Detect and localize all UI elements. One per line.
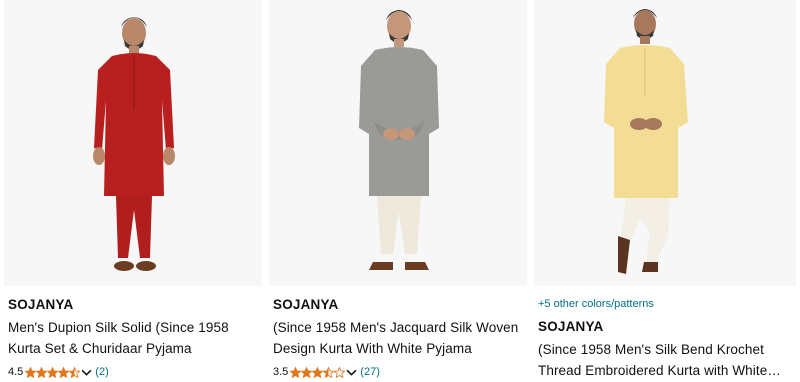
product-card[interactable]: SOJANYA Men's Dupion Silk Solid (Since 1… <box>4 0 262 382</box>
product-title-link[interactable]: Men's Dupion Silk Solid (Since 1958 Kurt… <box>8 317 258 359</box>
star-full-icon <box>312 366 324 378</box>
product-grid: SOJANYA Men's Dupion Silk Solid (Since 1… <box>0 0 800 382</box>
product-image[interactable] <box>534 0 796 286</box>
star-full-icon <box>25 366 37 378</box>
product-title-line: Kurta Set & Churidaar Pyjama <box>8 341 192 356</box>
more-colors-link[interactable]: +5 other colors/patterns <box>538 296 792 312</box>
rating-value: 4.5 <box>8 366 24 378</box>
star-empty-icon <box>334 366 346 378</box>
product-title-line: Thread Embroidered Kurta with White… <box>538 363 781 378</box>
rating-row: 3.5 (27) <box>273 364 523 380</box>
star-half-icon <box>323 366 335 378</box>
product-title-link[interactable]: (Since 1958 Men's Jacquard Silk Woven De… <box>273 317 523 359</box>
star-rating[interactable] <box>290 366 346 378</box>
product-title-line: Design Kurta With White Pyjama <box>273 341 472 356</box>
product-card[interactable]: +5 other colors/patterns SOJANYA (Since … <box>534 0 796 382</box>
chevron-down-icon[interactable] <box>81 367 92 378</box>
review-count-link[interactable]: (2) <box>95 366 108 378</box>
model-figure <box>604 9 688 274</box>
review-count-link[interactable]: (27) <box>360 366 380 378</box>
star-full-icon <box>290 366 302 378</box>
star-full-icon <box>47 366 59 378</box>
model-figure <box>93 17 175 271</box>
product-title-line: (Since 1958 Men's Jacquard Silk Woven <box>273 320 519 335</box>
star-full-icon <box>36 366 48 378</box>
rating-value: 3.5 <box>273 366 289 378</box>
product-card[interactable]: SOJANYA (Since 1958 Men's Jacquard Silk … <box>269 0 527 382</box>
star-full-icon <box>301 366 313 378</box>
product-image[interactable] <box>4 0 262 286</box>
product-image[interactable] <box>269 0 527 286</box>
product-brand: SOJANYA <box>8 297 74 312</box>
product-brand: SOJANYA <box>273 297 339 312</box>
star-half-icon <box>69 366 81 378</box>
star-full-icon <box>58 366 70 378</box>
product-title-line: Men's Dupion Silk Solid (Since 1958 <box>8 320 229 335</box>
model-figure <box>359 10 439 270</box>
product-title-line: (Since 1958 Men's Silk Bend Krochet <box>538 342 764 357</box>
rating-row: 4.5 (2) <box>8 364 258 380</box>
product-brand: SOJANYA <box>538 319 604 334</box>
chevron-down-icon[interactable] <box>346 367 357 378</box>
star-rating[interactable] <box>25 366 81 378</box>
product-title-link[interactable]: (Since 1958 Men's Silk Bend Krochet Thre… <box>538 339 792 381</box>
